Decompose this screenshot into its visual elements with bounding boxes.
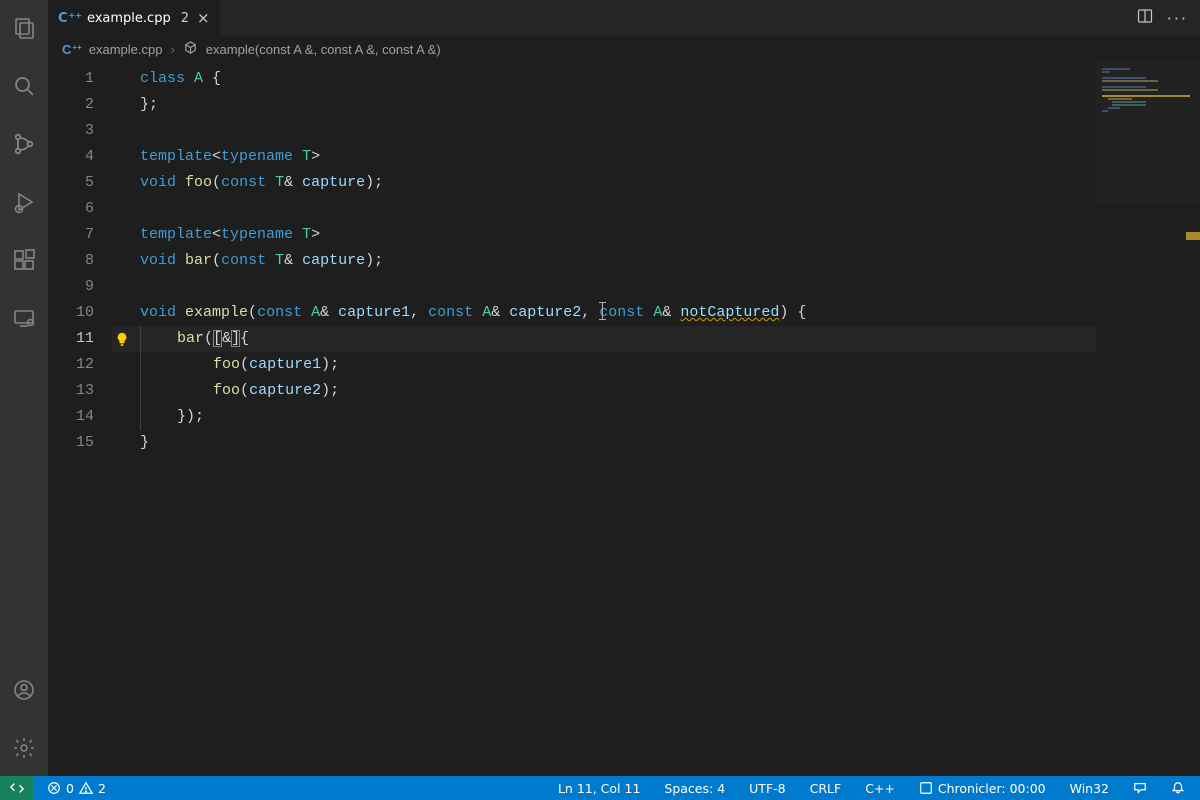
- status-indentation[interactable]: Spaces: 4: [659, 776, 730, 800]
- code-line[interactable]: [112, 196, 1200, 222]
- cpp-file-icon: C++: [58, 11, 81, 26]
- split-editor-icon[interactable]: [1137, 8, 1153, 28]
- line-number[interactable]: 7: [48, 222, 94, 248]
- cpp-file-icon: C++: [62, 42, 81, 57]
- line-number[interactable]: 6: [48, 196, 94, 222]
- status-encoding[interactable]: UTF-8: [744, 776, 790, 800]
- breadcrumbs[interactable]: C++ example.cpp › example(const A &, con…: [48, 36, 1200, 62]
- status-cursor-position[interactable]: Ln 11, Col 11: [553, 776, 645, 800]
- minimap[interactable]: [1096, 62, 1200, 776]
- error-count: 0: [66, 781, 74, 796]
- line-number[interactable]: 2: [48, 92, 94, 118]
- line-number[interactable]: 4: [48, 144, 94, 170]
- code-line[interactable]: }: [112, 430, 1200, 456]
- tabs-row: C++ example.cpp 2 × ···: [48, 0, 1200, 36]
- source-control-icon[interactable]: [0, 122, 48, 166]
- tab-example-cpp[interactable]: C++ example.cpp 2 ×: [48, 0, 221, 36]
- code-line[interactable]: template<typename T>: [112, 222, 1200, 248]
- code-line[interactable]: bar([&]{: [112, 326, 1200, 352]
- overview-ruler[interactable]: [1186, 62, 1200, 776]
- accounts-icon[interactable]: [0, 668, 48, 712]
- settings-gear-icon[interactable]: [0, 726, 48, 770]
- status-problems[interactable]: 0 2: [42, 776, 111, 800]
- code-line[interactable]: class A {: [112, 66, 1200, 92]
- editor-area: C++ example.cpp 2 × ··· C++ example.cpp …: [48, 0, 1200, 776]
- line-number[interactable]: 3: [48, 118, 94, 144]
- code-line[interactable]: [112, 274, 1200, 300]
- remote-indicator[interactable]: [0, 776, 34, 800]
- line-number[interactable]: 1: [48, 66, 94, 92]
- warning-marker[interactable]: [1186, 232, 1200, 240]
- code-editor[interactable]: class A {};template<typename T>void foo(…: [112, 62, 1200, 456]
- status-target[interactable]: Win32: [1065, 776, 1114, 800]
- code-line[interactable]: void foo(const T& capture);: [112, 170, 1200, 196]
- line-number[interactable]: 14: [48, 404, 94, 430]
- symbol-method-icon: [183, 40, 198, 58]
- gutter[interactable]: 123456789101112131415: [48, 62, 112, 776]
- breadcrumb-file[interactable]: example.cpp: [89, 42, 163, 57]
- status-language[interactable]: C++: [860, 776, 900, 800]
- close-icon[interactable]: ×: [197, 11, 210, 26]
- remote-explorer-icon[interactable]: [0, 296, 48, 340]
- code-line[interactable]: foo(capture2);: [112, 378, 1200, 404]
- chevron-right-icon: ›: [170, 42, 174, 57]
- line-number[interactable]: 8: [48, 248, 94, 274]
- line-number[interactable]: 11: [48, 326, 94, 352]
- line-number[interactable]: 13: [48, 378, 94, 404]
- explorer-icon[interactable]: [0, 6, 48, 50]
- code-line[interactable]: });: [112, 404, 1200, 430]
- extensions-icon[interactable]: [0, 238, 48, 282]
- feedback-icon[interactable]: [1128, 776, 1152, 800]
- status-eol[interactable]: CRLF: [805, 776, 847, 800]
- status-bar: 0 2 Ln 11, Col 11 Spaces: 4 UTF-8 CRLF C…: [0, 776, 1200, 800]
- run-debug-icon[interactable]: [0, 180, 48, 224]
- line-number[interactable]: 9: [48, 274, 94, 300]
- code-line[interactable]: void bar(const T& capture);: [112, 248, 1200, 274]
- minimap-viewport[interactable]: [1096, 62, 1200, 202]
- code-line[interactable]: template<typename T>: [112, 144, 1200, 170]
- line-number[interactable]: 15: [48, 430, 94, 456]
- status-chronicler[interactable]: Chronicler: 00:00: [914, 776, 1051, 800]
- line-number[interactable]: 12: [48, 352, 94, 378]
- code-line[interactable]: };: [112, 92, 1200, 118]
- text-cursor-icon: [602, 302, 603, 320]
- breadcrumb-symbol[interactable]: example(const A &, const A &, const A &): [206, 42, 441, 57]
- lightbulb-icon[interactable]: [112, 326, 132, 352]
- tab-dirty-indicator: 2: [181, 11, 189, 26]
- code-line[interactable]: foo(capture1);: [112, 352, 1200, 378]
- warning-count: 2: [98, 781, 106, 796]
- activity-bar: [0, 0, 48, 776]
- notifications-bell-icon[interactable]: [1166, 776, 1190, 800]
- tab-filename: example.cpp: [87, 11, 171, 26]
- more-actions-icon[interactable]: ···: [1167, 9, 1188, 28]
- line-number[interactable]: 10: [48, 300, 94, 326]
- line-number[interactable]: 5: [48, 170, 94, 196]
- search-icon[interactable]: [0, 64, 48, 108]
- code-line[interactable]: void example(const A& capture1, const A&…: [112, 300, 1200, 326]
- code-line[interactable]: [112, 118, 1200, 144]
